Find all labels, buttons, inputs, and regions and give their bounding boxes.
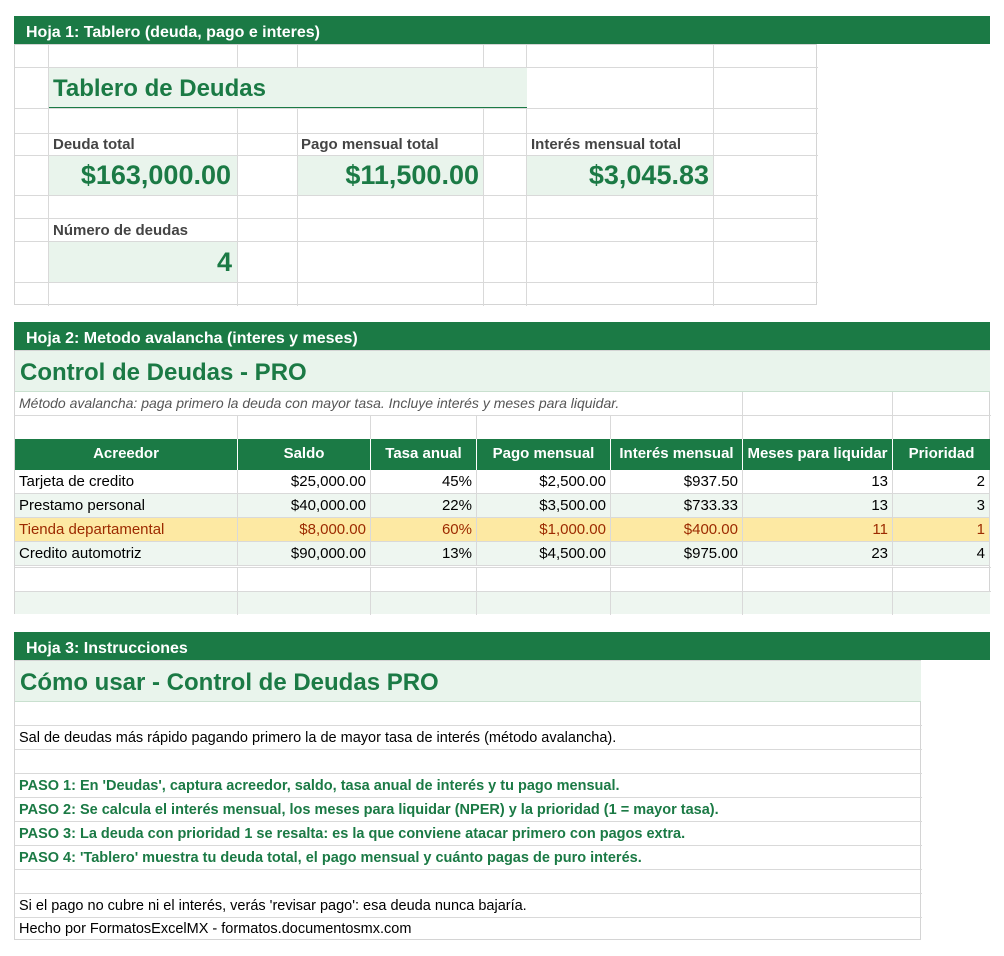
sheet1-grid: Tablero de Deudas Deuda total $163,000.0… [14, 44, 818, 306]
sheet2-grid: Control de Deudas - PRO Método avalancha… [14, 350, 991, 615]
kpi-cell-debt-count[interactable]: 4 [49, 242, 237, 282]
sheet1-bar-title: Hoja 1: Tablero (deuda, pago e interes) [26, 24, 320, 41]
kpi-cell-monthly-payment[interactable]: $11,500.00 [298, 156, 483, 195]
cell-months-to-payoff[interactable]: 13 [743, 470, 893, 494]
cell-months-to-payoff[interactable]: 13 [743, 494, 893, 518]
cell-annual-rate[interactable]: 60% [371, 518, 477, 542]
cell-creditor[interactable]: Tienda departamental [15, 518, 238, 542]
header-creditor[interactable]: Acreedor [15, 439, 238, 470]
sheet3-bar-title: Hoja 3: Instrucciones [26, 640, 188, 657]
cell-annual-rate[interactable]: 22% [371, 494, 477, 518]
dashboard-title-cell: Tablero de Deudas [49, 68, 527, 108]
cell-balance[interactable]: $40,000.00 [238, 494, 371, 518]
cell-months-to-payoff[interactable]: 23 [743, 542, 893, 566]
instructions-intro: Sal de deudas más rápido pagando primero… [19, 730, 617, 746]
instructions-footer: Hecho por FormatosExcelMX - formatos.doc… [19, 921, 412, 937]
cell-annual-rate[interactable]: 13% [371, 542, 477, 566]
cell-balance[interactable]: $25,000.00 [238, 470, 371, 494]
kpi-value-monthly-interest: $3,045.83 [588, 160, 709, 190]
control-title-cell: Control de Deudas - PRO [15, 351, 990, 392]
cell-creditor[interactable]: Prestamo personal [15, 494, 238, 518]
sheet1-title-bar: Hoja 1: Tablero (deuda, pago e interes) [14, 16, 990, 44]
cell-months-to-payoff[interactable]: 11 [743, 518, 893, 542]
sheet2-bar-title: Hoja 2: Metodo avalancha (interes y mese… [26, 330, 358, 347]
header-annual-rate[interactable]: Tasa anual [371, 439, 477, 470]
cell-monthly-interest[interactable]: $975.00 [611, 542, 743, 566]
cell-monthly-payment[interactable]: $2,500.00 [477, 470, 611, 494]
debt-row[interactable]: Tarjeta de credito $25,000.00 45% $2,500.00… [15, 470, 990, 494]
cell-priority[interactable]: 2 [893, 470, 990, 494]
instructions-title-cell: Cómo usar - Control de Deudas PRO [15, 661, 921, 702]
cell-priority[interactable]: 4 [893, 542, 990, 566]
cell-creditor[interactable]: Tarjeta de credito [15, 470, 238, 494]
header-monthly-interest[interactable]: Interés mensual [611, 439, 743, 470]
debt-row[interactable]: Tienda departamental $8,000.00 60% $1,000.0… [15, 518, 990, 542]
empty-row [15, 591, 990, 614]
instructions-step-4: PASO 4: 'Tablero' muestra tu deuda total… [19, 850, 642, 866]
kpi-label-debt-count: Número de deudas [53, 222, 189, 239]
instructions-note: Si el pago no cubre ni el interés, verás… [19, 898, 527, 914]
sheet3-grid: Cómo usar - Control de Deudas PRO Sal de… [14, 660, 922, 940]
instructions-step-3: PASO 3: La deuda con prioridad 1 se resa… [19, 826, 686, 842]
kpi-cell-total-debt[interactable]: $163,000.00 [49, 156, 237, 195]
kpi-value-total-debt: $163,000.00 [80, 160, 231, 190]
sheet2-title-bar: Hoja 2: Metodo avalancha (interes y mese… [14, 322, 990, 350]
sheet3-title-bar: Hoja 3: Instrucciones [14, 632, 990, 660]
header-balance[interactable]: Saldo [238, 439, 371, 470]
cell-monthly-interest[interactable]: $937.50 [611, 470, 743, 494]
dashboard-title: Tablero de Deudas [53, 75, 266, 102]
instructions-title: Cómo usar - Control de Deudas PRO [20, 669, 439, 696]
debt-row[interactable]: Prestamo personal $40,000.00 22% $3,500.00 $… [15, 494, 990, 518]
cell-creditor[interactable]: Credito automotriz [15, 542, 238, 566]
cell-monthly-interest[interactable]: $733.33 [611, 494, 743, 518]
instructions-step-2: PASO 2: Se calcula el interés mensual, l… [19, 802, 719, 818]
kpi-value-monthly-payment: $11,500.00 [345, 160, 479, 190]
cell-priority[interactable]: 1 [893, 518, 990, 542]
header-priority[interactable]: Prioridad [893, 439, 990, 470]
control-subtitle: Método avalancha: paga primero la deuda … [19, 395, 620, 411]
header-monthly-payment[interactable]: Pago mensual [477, 439, 611, 470]
kpi-value-debt-count: 4 [216, 247, 232, 277]
cell-annual-rate[interactable]: 45% [371, 470, 477, 494]
debts-table-header: Acreedor Saldo Tasa anual Pago mensual I… [15, 439, 991, 470]
control-title: Control de Deudas - PRO [20, 359, 307, 386]
kpi-cell-monthly-interest[interactable]: $3,045.83 [527, 156, 713, 195]
cell-monthly-payment[interactable]: $1,000.00 [477, 518, 611, 542]
cell-balance[interactable]: $90,000.00 [238, 542, 371, 566]
kpi-label-total-debt: Deuda total [53, 136, 135, 153]
instructions-step-1: PASO 1: En 'Deudas', captura acreedor, s… [19, 778, 620, 794]
kpi-label-monthly-interest: Interés mensual total [531, 136, 682, 153]
cell-monthly-payment[interactable]: $4,500.00 [477, 542, 611, 566]
debt-row[interactable]: Credito automotriz $90,000.00 13% $4,500.00… [15, 542, 990, 566]
header-months-to-payoff[interactable]: Meses para liquidar [743, 439, 893, 470]
cell-balance[interactable]: $8,000.00 [238, 518, 371, 542]
cell-priority[interactable]: 3 [893, 494, 990, 518]
cell-monthly-interest[interactable]: $400.00 [611, 518, 743, 542]
kpi-label-monthly-payment: Pago mensual total [301, 136, 439, 153]
cell-monthly-payment[interactable]: $3,500.00 [477, 494, 611, 518]
